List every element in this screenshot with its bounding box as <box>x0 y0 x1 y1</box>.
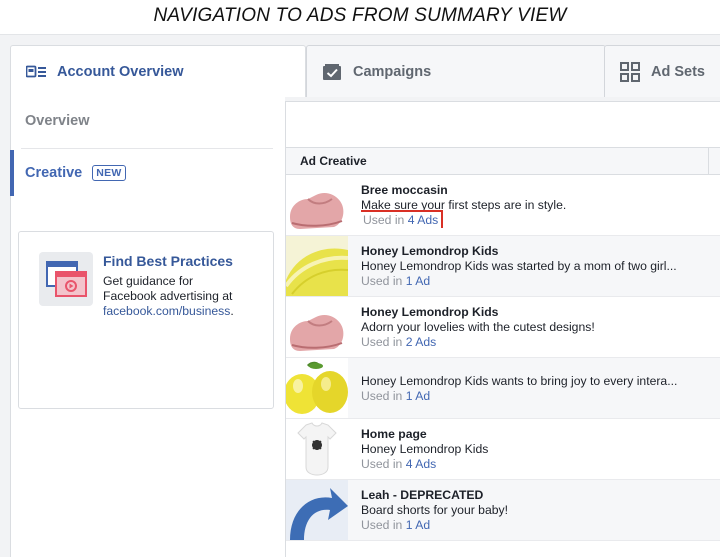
sidebar-item-overview[interactable]: Overview <box>25 113 90 129</box>
ad-sets-grid-icon <box>619 61 641 82</box>
highlighted-used-in: Used in 4 Ads <box>361 210 444 228</box>
figure-caption: NAVIGATION TO ADS FROM SUMMARY VIEW <box>0 0 720 34</box>
ads-count-link[interactable]: 1 Ad <box>406 389 430 403</box>
used-in-ads: Used in 4 Ads <box>361 457 716 472</box>
tab-bar: Account Overview Campaigns Ad Sets <box>0 45 720 97</box>
creative-name: Leah - DEPRECATED <box>361 488 484 502</box>
creative-description: Make sure your first steps are in style. <box>361 198 567 212</box>
row-text: Honey Lemondrop Kids Adorn your lovelies… <box>361 305 716 350</box>
table-row[interactable]: Honey Lemondrop Kids Adorn your lovelies… <box>286 297 720 358</box>
table-row[interactable]: Home page Honey Lemondrop Kids Used in 4… <box>286 419 720 480</box>
used-in-ads: Used in 4 Ads <box>361 210 716 228</box>
facebook-business-link[interactable]: facebook.com/business <box>103 304 230 318</box>
tip-line: Get guidance for <box>103 274 194 288</box>
creative-name: Honey Lemondrop Kids <box>361 244 499 258</box>
lemon-slice-thumbnail <box>286 236 348 296</box>
tip-body: Get guidance for Facebook advertising at… <box>103 274 268 319</box>
pink-shoe-thumbnail <box>286 297 348 357</box>
table-row[interactable]: Honey Lemondrop Kids Honey Lemondrop Kid… <box>286 236 720 297</box>
ads-count-link[interactable]: 4 Ads <box>406 457 437 471</box>
used-in-ads: Used in 1 Ad <box>361 274 716 289</box>
sidebar-divider <box>21 148 273 149</box>
best-practices-card: Find Best Practices Get guidance for Fac… <box>18 231 274 409</box>
sidebar-item-creative[interactable]: Creative NEW <box>25 165 126 181</box>
creative-description: Board shorts for your baby! <box>361 503 508 517</box>
left-panel: Overview Creative NEW Find Best Practice… <box>10 95 285 557</box>
creative-description: Honey Lemondrop Kids was started by a mo… <box>361 259 677 273</box>
used-prefix: Used in <box>361 389 403 403</box>
row-text: Bree moccasin Make sure your first steps… <box>361 183 716 228</box>
creative-name: Bree moccasin <box>361 183 448 197</box>
table-toolbar <box>286 102 720 148</box>
ads-manager-app: Account Overview Campaigns Ad Sets Overv… <box>0 34 720 557</box>
sidebar-item-label: Creative <box>25 165 83 181</box>
tip-line: Facebook advertising at <box>103 289 233 303</box>
creative-rows: Bree moccasin Make sure your first steps… <box>286 175 720 541</box>
table-row[interactable]: Honey Lemondrop Kids wants to bring joy … <box>286 358 720 419</box>
tab-account-overview[interactable]: Account Overview <box>10 45 306 97</box>
account-overview-icon <box>25 63 47 81</box>
pink-shoe-thumbnail <box>286 175 348 235</box>
tab-label: Campaigns <box>353 63 432 80</box>
creative-description: Adorn your lovelies with the cutest desi… <box>361 320 595 334</box>
row-text: Leah - DEPRECATED Board shorts for your … <box>361 488 716 533</box>
blue-arrow-thumbnail <box>286 480 348 540</box>
row-text: Honey Lemondrop Kids Honey Lemondrop Kid… <box>361 244 716 289</box>
tab-ad-sets[interactable]: Ad Sets <box>604 45 720 97</box>
used-prefix: Used in <box>361 457 403 471</box>
ads-count-link[interactable]: 2 Ads <box>406 335 437 349</box>
row-text: Home page Honey Lemondrop Kids Used in 4… <box>361 427 716 472</box>
tab-label: Ad Sets <box>651 63 705 80</box>
best-practices-icon <box>39 252 93 306</box>
used-prefix: Used in <box>363 213 405 227</box>
ads-count-link[interactable]: 1 Ad <box>406 274 430 288</box>
campaigns-check-icon <box>321 63 343 81</box>
used-prefix: Used in <box>361 274 403 288</box>
tip-period: . <box>230 304 234 318</box>
new-badge: NEW <box>92 165 126 181</box>
table-header: Ad Creative <box>286 148 720 175</box>
used-in-ads: Used in 1 Ad <box>361 518 716 533</box>
creative-description: Honey Lemondrop Kids wants to bring joy … <box>361 374 678 388</box>
onesie-thumbnail <box>286 419 348 479</box>
active-indicator <box>10 150 14 196</box>
column-divider <box>708 148 709 175</box>
creative-table-panel: Ad Creative Bree moccasin Make sure your… <box>285 101 720 557</box>
creative-description: Honey Lemondrop Kids <box>361 442 489 456</box>
column-header-ad-creative[interactable]: Ad Creative <box>300 154 367 168</box>
tab-label: Account Overview <box>57 63 184 80</box>
used-in-ads: Used in 2 Ads <box>361 335 716 350</box>
used-in-ads: Used in 1 Ad <box>361 389 716 404</box>
creative-name: Honey Lemondrop Kids <box>361 305 499 319</box>
used-prefix: Used in <box>361 335 403 349</box>
used-prefix: Used in <box>361 518 403 532</box>
ads-count-link[interactable]: 4 Ads <box>408 213 439 227</box>
lemons-thumbnail <box>286 358 348 418</box>
ads-count-link[interactable]: 1 Ad <box>406 518 430 532</box>
table-row[interactable]: Leah - DEPRECATED Board shorts for your … <box>286 480 720 541</box>
table-row[interactable]: Bree moccasin Make sure your first steps… <box>286 175 720 236</box>
creative-name: Home page <box>361 427 427 441</box>
tab-campaigns[interactable]: Campaigns <box>306 45 606 97</box>
tip-title: Find Best Practices <box>103 253 233 269</box>
row-text: Honey Lemondrop Kids wants to bring joy … <box>361 374 716 404</box>
